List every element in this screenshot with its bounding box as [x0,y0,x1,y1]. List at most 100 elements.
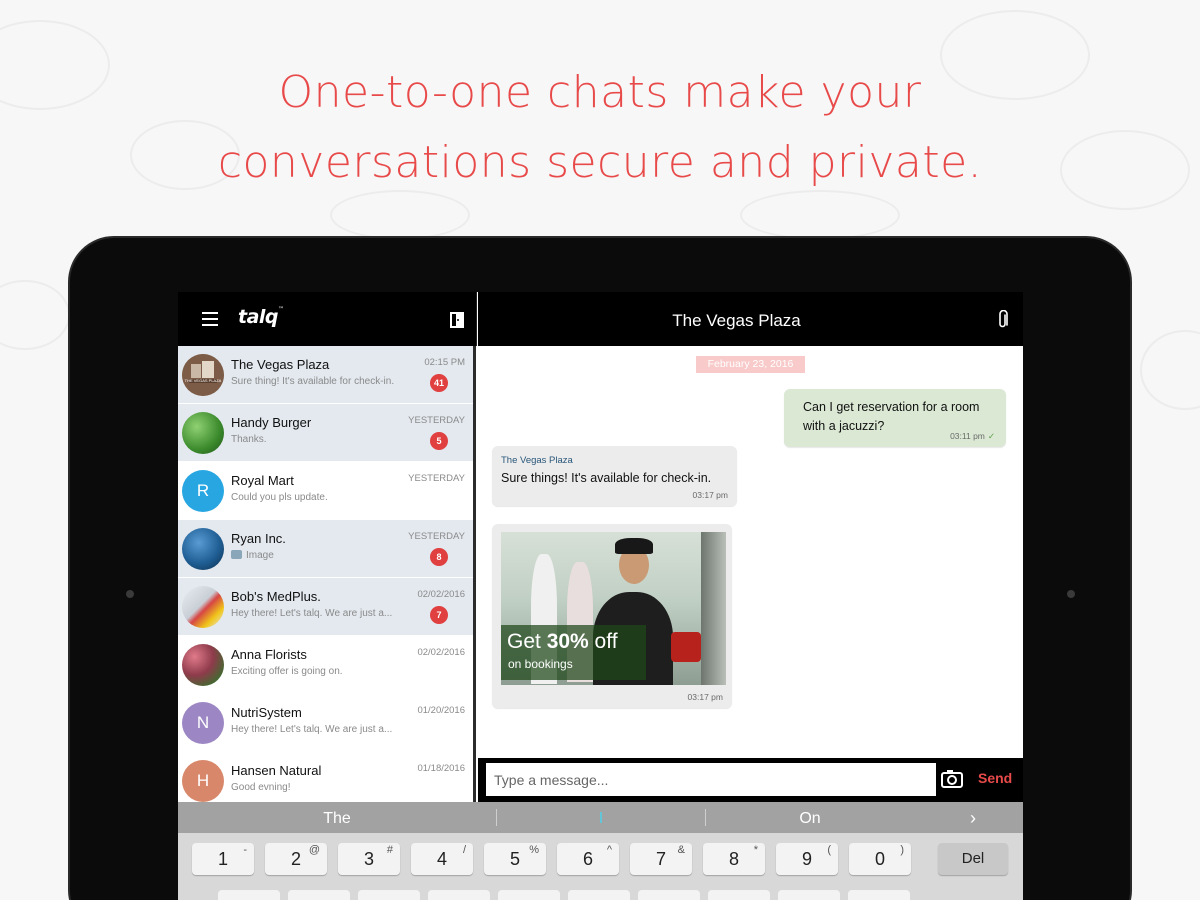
avatar: R [182,470,224,512]
delete-key[interactable]: Del [938,843,1008,875]
message-preview: Image [231,550,274,561]
key-4[interactable]: 4/ [411,843,473,875]
timestamp: YESTERDAY [408,473,465,484]
list-toolbar: talq™ [178,292,477,346]
key-9[interactable]: 9( [776,843,838,875]
unread-badge: 5 [430,432,448,450]
promo-image[interactable]: Get 30% off on bookings [501,532,726,685]
unread-badge: 8 [430,548,448,566]
key-2[interactable]: 2 @ [265,843,327,875]
message-preview: Sure thing! It's available for check-in. [231,376,395,387]
conversation-row-vegas-plaza[interactable]: THE VEGAS PLAZA The Vegas Plaza Sure thi… [178,346,473,404]
outgoing-message: Can I get reservation for a room with a … [784,389,1006,447]
contact-name: Handy Burger [231,415,312,430]
message-preview: Hey there! Let's talq. We are just a... [231,608,393,619]
app-screen: talq™ The Vegas Plaza THE VEGAS PLAZA Th… [178,292,1023,900]
key-main: 5 [509,849,520,869]
message-preview: Good evning! [231,782,291,793]
keyboard-key[interactable] [218,890,280,900]
talq-logo: talq™ [238,306,284,328]
promo-subtext: on bookings [508,657,573,671]
message-input[interactable] [486,763,936,796]
avatar: THE VEGAS PLAZA [182,354,224,396]
suggestion-strip: The I On › [178,802,1023,833]
timestamp: 02:15 PM [424,357,465,368]
keyboard-key[interactable] [638,890,700,900]
send-button[interactable]: Send [978,770,1012,786]
key-alt: % [529,844,539,856]
contact-name: NutriSystem [231,705,302,720]
key-7[interactable]: 7 & [630,843,692,875]
message-preview: Thanks. [231,434,267,445]
key-alt: - [243,844,247,856]
unread-badge: 41 [430,374,448,392]
paperclip-icon[interactable] [997,310,1009,330]
conversation-row-handy-burger[interactable]: Handy Burger Thanks. YESTERDAY 5 [178,404,473,462]
camera-icon[interactable] [940,767,964,791]
chevron-right-icon[interactable]: › [958,802,988,833]
suggestion-on[interactable]: On [706,802,914,833]
key-6[interactable]: 6 ^ [557,843,619,875]
conversation-row-bobs-medplus[interactable]: Bob's MedPlus. Hey there! Let's talq. We… [178,578,473,636]
timestamp: YESTERDAY [408,531,465,542]
contact-name: Bob's MedPlus. [231,589,321,604]
keyboard-key[interactable] [358,890,420,900]
hamburger-menu-icon[interactable] [202,312,218,326]
key-alt: ( [827,844,831,856]
keyboard-key[interactable] [428,890,490,900]
promo-sleeve [671,632,701,662]
message-preview: Hey there! Let's talq. We are just a... [231,724,393,735]
conversation-row-royal-mart[interactable]: R Royal Mart Could you pls update. YESTE… [178,462,473,520]
avatar [182,412,224,454]
conversation-row-nutrisystem[interactable]: N NutriSystem Hey there! Let's talq. We … [178,694,473,752]
message-time: 03:11 pm [950,431,985,441]
marketing-headline: One-to-one chats make your conversations… [0,58,1200,198]
delivered-check-icon: ✓ [987,431,995,441]
suggestion-the[interactable]: The [178,802,496,833]
avatar [182,644,224,686]
key-0[interactable]: 0) [849,843,911,875]
key-alt: / [462,844,466,856]
promo-prefix: Get [507,630,547,653]
key-main: 4 [436,849,447,869]
keyboard-key[interactable] [568,890,630,900]
key-main: 6 [582,849,593,869]
key-main: 1 [217,849,228,869]
keyboard-key[interactable] [708,890,770,900]
chat-toolbar: The Vegas Plaza [478,292,1023,346]
key-5[interactable]: 5% [484,843,546,875]
key-1[interactable]: 1- [192,843,254,875]
message-preview: Exciting offer is going on. [231,666,343,677]
incoming-image-message: Get 30% off on bookings 03:17 pm [492,524,732,708]
keyboard-key[interactable] [778,890,840,900]
promo-door [701,532,726,685]
key-8[interactable]: 8 * [703,843,765,875]
background-bubble [1140,330,1200,410]
message-text: Sure things! It's available for check-in… [501,471,712,485]
keyboard-key[interactable] [288,890,350,900]
contact-name: Anna Florists [231,647,307,662]
timestamp: 01/18/2016 [417,763,465,774]
door-exit-icon[interactable] [450,312,464,328]
key-main: 2 [290,849,301,869]
headline-line-2: conversations secure and private. [217,137,983,188]
key-alt: ) [900,844,904,856]
timestamp: YESTERDAY [408,415,465,426]
unread-badge: 7 [430,606,448,624]
tablet-camera [1067,590,1075,598]
key-3[interactable]: 3 # [338,843,400,875]
keyboard-key[interactable] [498,890,560,900]
conversation-row-ryan-inc[interactable]: Ryan Inc. Image YESTERDAY 8 [178,520,473,578]
message-meta: 03:11 pm ✓ [950,431,995,442]
hotel-logo-icon [182,354,224,396]
promo-hat [615,538,653,554]
avatar [182,528,224,570]
suggestion-i[interactable]: I [497,802,705,833]
contact-name: The Vegas Plaza [231,357,330,372]
tablet-sensor [126,590,134,598]
conversation-row-anna-florists[interactable]: Anna Florists Exciting offer is going on… [178,636,473,694]
keyboard-key[interactable] [848,890,910,900]
key-alt: @ [308,844,320,856]
key-alt: & [677,844,685,856]
key-main: 3 [363,849,374,869]
